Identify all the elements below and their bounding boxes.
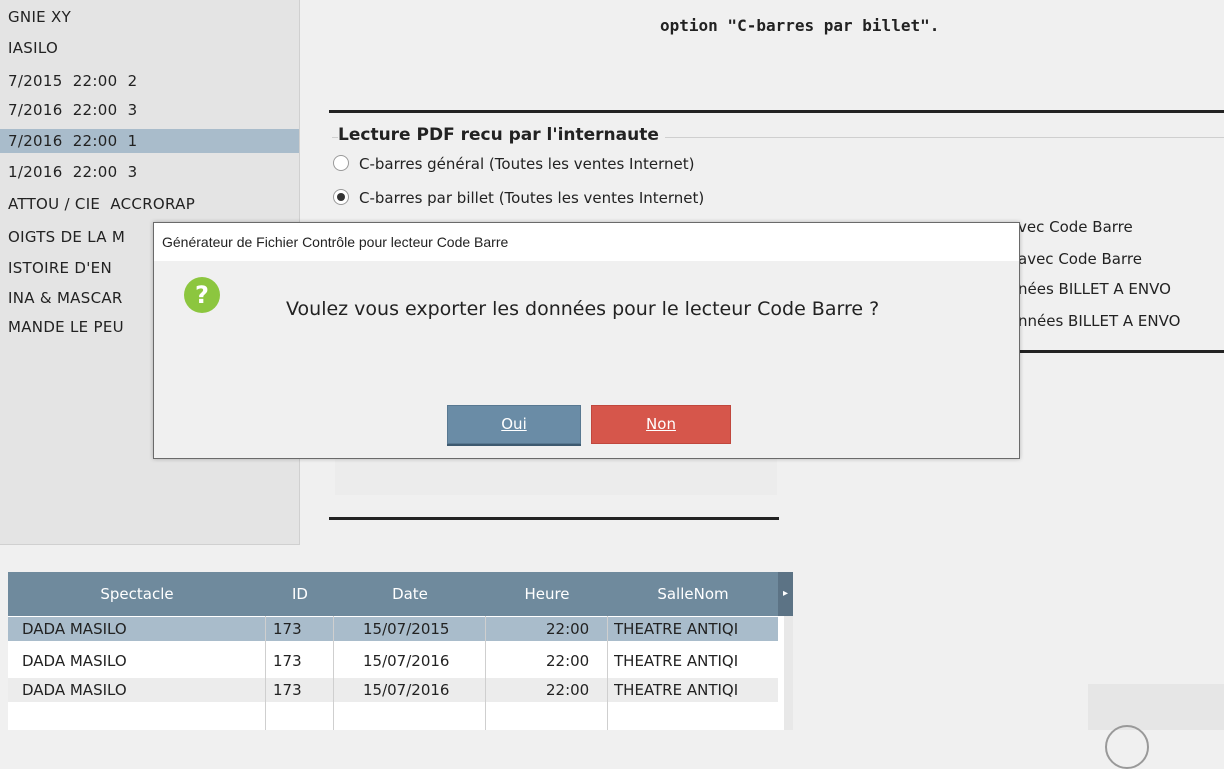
results-table: Spectacle ID Date Heure SalleNom ▸ DADA …: [8, 572, 793, 730]
radio-checked-icon[interactable]: [333, 189, 349, 205]
no-button-label: Non: [646, 415, 676, 433]
list-item[interactable]: 1/2016 22:00 3: [8, 160, 137, 184]
column-header-heure[interactable]: Heure: [486, 572, 608, 616]
divider: [1018, 350, 1224, 353]
option-text: avec Code Barre: [1018, 250, 1142, 268]
table-row[interactable]: DADA MASILO 173 15/07/2016 22:00 THEATRE…: [8, 649, 778, 673]
list-item[interactable]: INA & MASCAR: [8, 286, 123, 310]
list-item[interactable]: ATTOU / CIE ACCRORAP: [8, 192, 195, 216]
cell-heure: 22:00: [546, 681, 590, 699]
divider: [329, 110, 1224, 113]
cell-heure: 22:00: [546, 620, 590, 638]
column-divider: [333, 616, 334, 730]
list-item[interactable]: OIGTS DE LA M: [8, 225, 125, 249]
radio-label: C-barres par billet (Toutes les ventes I…: [359, 189, 705, 207]
pdf-section-legend: Lecture PDF recu par l'internaute: [338, 125, 665, 145]
column-header-id[interactable]: ID: [266, 572, 334, 616]
column-header-sallenom[interactable]: SalleNom: [608, 572, 778, 616]
cell-sallenom: THEATRE ANTIQI: [614, 681, 739, 699]
cell-spectacle: DADA MASILO: [22, 652, 127, 670]
divider: [329, 517, 779, 520]
list-item[interactable]: MANDE LE PEU: [8, 315, 124, 339]
yes-button[interactable]: Oui: [447, 405, 581, 444]
list-item[interactable]: 7/2015 22:00 2: [8, 69, 137, 93]
radio-label: C-barres général (Toutes les ventes Inte…: [359, 155, 695, 173]
yes-button-label: Oui: [501, 415, 527, 433]
column-header-spectacle[interactable]: Spectacle: [8, 572, 266, 616]
column-header-date[interactable]: Date: [334, 572, 486, 616]
cell-sallenom: THEATRE ANTIQI: [614, 652, 739, 670]
table-row[interactable]: DADA MASILO 173 15/07/2015 22:00 THEATRE…: [8, 617, 778, 641]
vertical-scrollbar[interactable]: [784, 616, 793, 730]
confirm-dialog: Générateur de Fichier Contrôle pour lect…: [153, 222, 1020, 459]
top-note-text: option "C-barres par billet".: [660, 16, 940, 35]
dialog-title-bar[interactable]: Générateur de Fichier Contrôle pour lect…: [154, 223, 1019, 261]
list-item[interactable]: ISTOIRE D'EN: [8, 256, 112, 280]
no-button[interactable]: Non: [591, 405, 731, 444]
cell-sallenom: THEATRE ANTIQI: [614, 620, 739, 638]
option-text: nnées BILLET A ENVO: [1018, 312, 1181, 330]
corner-panel: [1088, 684, 1224, 730]
option-text: vec Code Barre: [1018, 218, 1133, 236]
scroll-right-icon[interactable]: ▸: [778, 572, 793, 616]
cell-spectacle: DADA MASILO: [22, 620, 127, 638]
list-item[interactable]: 7/2016 22:00 3: [8, 98, 137, 122]
list-item[interactable]: IASILO: [8, 36, 58, 60]
cell-heure: 22:00: [546, 652, 590, 670]
cell-date: 15/07/2016: [363, 652, 450, 670]
column-divider: [265, 616, 266, 730]
cell-id: 173: [273, 620, 302, 638]
cell-date: 15/07/2015: [363, 620, 450, 638]
column-divider: [607, 616, 608, 730]
radio-unchecked-icon[interactable]: [333, 155, 349, 171]
column-divider: [485, 616, 486, 730]
list-item[interactable]: GNIE XY: [8, 5, 71, 29]
cell-id: 173: [273, 681, 302, 699]
option-text: nées BILLET A ENVO: [1018, 280, 1171, 298]
radio-option-par-billet[interactable]: C-barres par billet (Toutes les ventes I…: [333, 187, 704, 209]
table-row[interactable]: DADA MASILO 173 15/07/2016 22:00 THEATRE…: [8, 678, 778, 702]
panel-background: [335, 455, 777, 495]
table-header: Spectacle ID Date Heure SalleNom: [8, 572, 778, 616]
dialog-message: Voulez vous exporter les données pour le…: [286, 298, 880, 320]
circle-icon: [1105, 725, 1149, 769]
dialog-title: Générateur de Fichier Contrôle pour lect…: [162, 234, 509, 250]
cell-spectacle: DADA MASILO: [22, 681, 127, 699]
cell-date: 15/07/2016: [363, 681, 450, 699]
list-item-selected[interactable]: 7/2016 22:00 1: [0, 129, 299, 153]
question-icon: ?: [184, 277, 220, 313]
cell-id: 173: [273, 652, 302, 670]
radio-option-general[interactable]: C-barres général (Toutes les ventes Inte…: [333, 153, 694, 175]
